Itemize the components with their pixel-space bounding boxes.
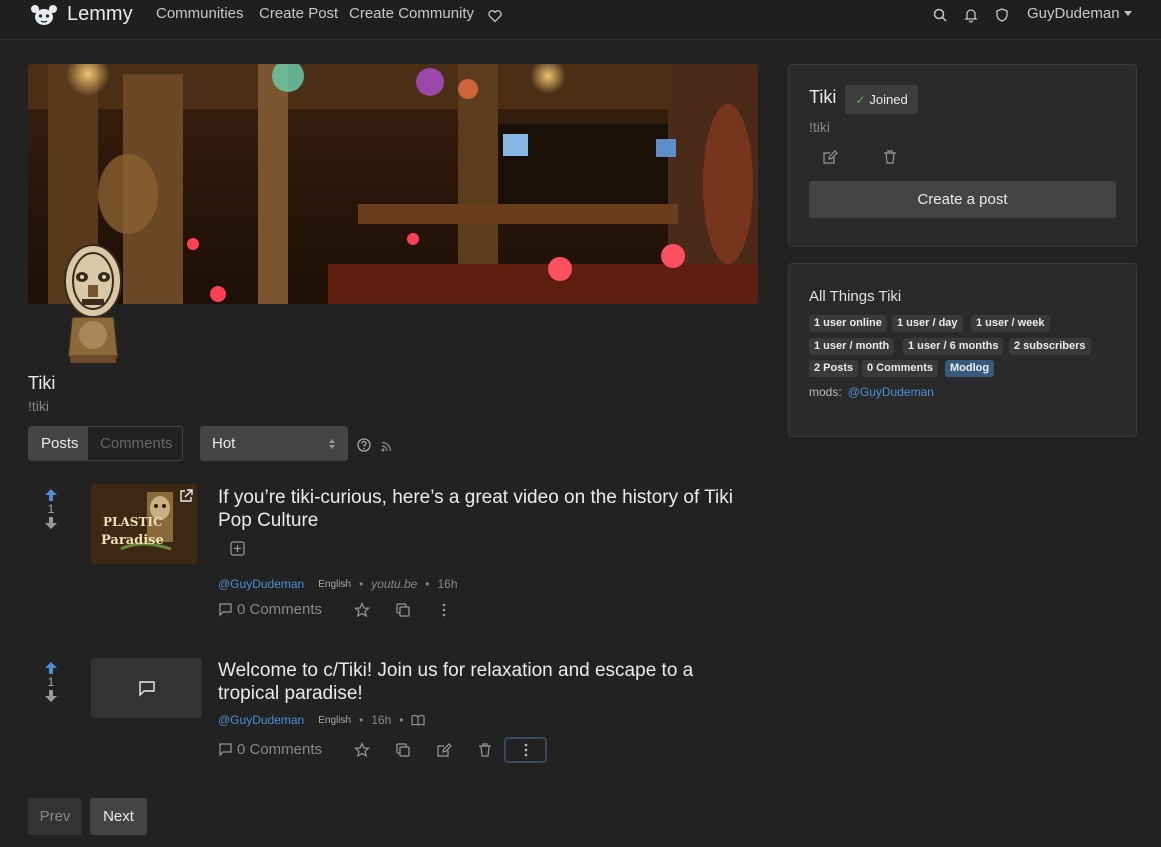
sidebar-community-handle: !tiki [809,119,830,135]
thumb-text-paradise: Paradise [101,533,164,548]
tiki-bar-banner-image [28,64,758,304]
prev-button[interactable]: Prev [28,798,82,835]
tab-comments[interactable]: Comments [88,427,182,460]
post-language: English [318,578,352,590]
post-thumbnail[interactable]: PLASTIC Paradise [91,484,197,564]
stat-badge-comments: 0 Comments [862,360,939,377]
lemmy-logo-icon [31,4,57,25]
upvote-arrow-icon[interactable] [43,661,59,675]
joined-button[interactable]: ✓ Joined [845,85,918,114]
create-post-button[interactable]: Create a post [809,181,1116,218]
select-arrows-icon [329,439,335,449]
nav-communities[interactable]: Communities [156,5,244,22]
comment-icon [219,603,232,617]
search-icon[interactable] [932,7,948,23]
community-stats-card: All Things Tiki 1 user online 1 user / d… [788,263,1137,437]
vote-controls: 1 [43,488,59,530]
trash-icon[interactable] [477,742,493,758]
user-menu[interactable]: GuyDudeman [1027,5,1132,22]
meta-separator: • [359,713,364,727]
vote-count: 1 [47,502,55,516]
more-options-button[interactable] [504,737,547,763]
copy-icon[interactable] [395,602,411,618]
nav-create-community[interactable]: Create Community [349,5,474,22]
comment-icon [219,743,232,757]
star-icon[interactable] [354,742,370,758]
navbar: Lemmy Communities Create Post Create Com… [0,0,1161,40]
comments-count: 0 Comments [237,741,323,758]
sort-select[interactable]: Hot [200,426,348,461]
vote-controls: 1 [43,661,59,703]
edit-icon[interactable] [436,742,452,758]
community-handle: !tiki [28,398,49,414]
post-comments-link[interactable]: 0 Comments [218,601,322,618]
community-description: All Things Tiki [809,288,902,305]
sidebar-community-title: Tiki [809,87,837,107]
stat-badge-six-months: 1 user / 6 months [903,338,1004,355]
post-age: 16h [437,577,458,591]
trash-icon[interactable] [882,149,898,165]
text-post-icon [139,681,155,697]
sort-selected-value: Hot [212,435,236,452]
next-button[interactable]: Next [90,798,147,835]
meta-separator: • [425,577,430,591]
post-domain[interactable]: youtu.be [371,577,417,591]
external-link-icon[interactable] [178,488,194,504]
community-icon [64,244,122,363]
post-meta: @GuyDudeman English • youtu.be • 16h [218,577,458,591]
stat-badge-day: 1 user / day [892,315,963,332]
star-icon[interactable] [354,602,370,618]
post-author[interactable]: @GuyDudeman [218,713,304,727]
tab-posts[interactable]: Posts [29,427,88,460]
post-thumbnail[interactable] [91,658,202,718]
chevron-down-icon [1123,11,1132,16]
community-banner [28,64,758,304]
thumb-text-plastic: PLASTIC [103,515,163,529]
expand-icon[interactable] [230,541,245,556]
book-icon[interactable] [411,714,426,726]
help-icon[interactable] [357,438,371,452]
heart-icon[interactable] [487,8,503,24]
comments-count: 0 Comments [237,601,323,618]
post-author[interactable]: @GuyDudeman [218,577,304,591]
joined-label: Joined [869,92,908,107]
stat-badge-week: 1 user / week [971,315,1050,332]
username: GuyDudeman [1027,5,1120,22]
meta-separator: • [359,577,364,591]
brand-name: Lemmy [67,3,133,25]
community-title: Tiki [28,373,56,393]
community-info-card: Tiki ✓ Joined !tiki Create a post [788,64,1137,247]
post-meta: @GuyDudeman English • 16h • [218,713,426,727]
post-title[interactable]: Welcome to c/Tiki! Join us for relaxatio… [218,659,758,705]
copy-icon[interactable] [395,742,411,758]
meta-separator: • [399,713,404,727]
mod-user-link[interactable]: @GuyDudeman [848,385,934,399]
nav-create-post[interactable]: Create Post [259,5,338,22]
post-title[interactable]: If you’re tiki-curious, here’s a great v… [218,486,748,532]
mods-label: mods: [809,385,842,399]
brand-link[interactable]: Lemmy [30,3,133,26]
shield-icon[interactable] [994,7,1010,23]
listing-type-tabs: Posts Comments [28,426,183,461]
post-language: English [318,714,352,726]
more-options-icon[interactable] [436,602,452,618]
modlog-link[interactable]: Modlog [945,360,995,377]
stat-badge-subscribers: 2 subscribers [1009,338,1091,355]
more-options-icon [524,743,528,757]
post-age: 16h [371,713,392,727]
stat-badge-online: 1 user online [809,315,887,332]
rss-icon[interactable] [381,441,392,452]
stat-badge-month: 1 user / month [809,338,895,355]
downvote-arrow-icon[interactable] [43,689,59,703]
mods-line: mods: @GuyDudeman [809,385,934,399]
upvote-arrow-icon[interactable] [43,488,59,502]
stat-badge-posts: 2 Posts [809,360,859,377]
post-comments-link[interactable]: 0 Comments [218,741,322,758]
bell-icon[interactable] [963,7,979,23]
edit-icon[interactable] [822,149,838,165]
check-icon: ✓ [855,92,866,107]
downvote-arrow-icon[interactable] [43,516,59,530]
vote-count: 1 [47,675,55,689]
